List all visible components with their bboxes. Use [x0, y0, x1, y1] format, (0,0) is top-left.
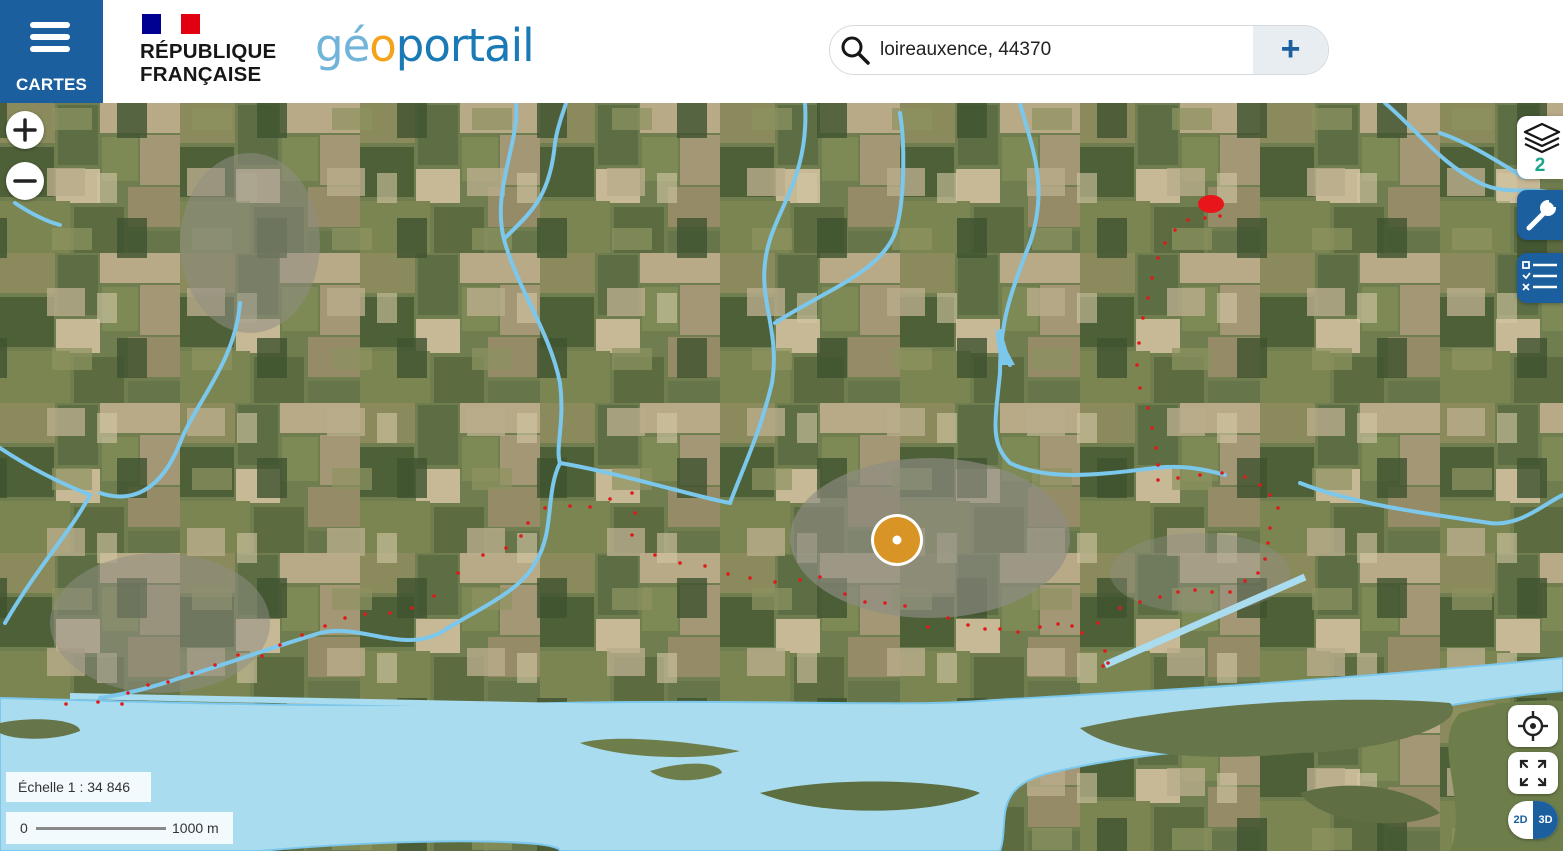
legend-tab[interactable] — [1517, 253, 1563, 303]
maps-menu-button[interactable]: CARTES — [0, 0, 103, 103]
logo-part1: gé — [315, 19, 370, 72]
urban-area — [180, 153, 320, 333]
geolocate-button[interactable] — [1508, 705, 1558, 747]
urban-area — [50, 553, 270, 693]
route-end-marker[interactable] — [1198, 195, 1224, 213]
layers-icon — [1523, 122, 1561, 154]
hamburger-icon — [30, 22, 70, 58]
fullscreen-icon — [1519, 759, 1547, 787]
scale-line — [36, 827, 166, 830]
scale-label: Échelle 1 : 34 846 — [6, 772, 151, 802]
logo-part3: portail — [395, 19, 535, 72]
minus-icon — [13, 179, 37, 183]
wrench-icon — [1526, 199, 1557, 231]
scale-bar-end: 1000 m — [172, 820, 219, 836]
maps-menu-label: CARTES — [15, 75, 88, 94]
urban-area — [1110, 533, 1290, 613]
logo-part2: o — [369, 19, 397, 72]
zoom-in-button[interactable] — [6, 111, 44, 149]
rf-line1: RÉPUBLIQUE — [140, 40, 277, 63]
search-bar: + — [829, 25, 1329, 75]
scale-bar-start: 0 — [20, 820, 28, 836]
tools-tab[interactable] — [1517, 190, 1563, 240]
zoom-out-button[interactable] — [6, 162, 44, 200]
layers-count: 2 — [1534, 155, 1546, 176]
toggle-3d[interactable]: 3D — [1533, 801, 1558, 839]
rf-line2: FRANÇAISE — [140, 63, 262, 86]
plus-icon — [13, 118, 37, 142]
marianne-flag-icon — [142, 14, 200, 34]
geoportail-logo[interactable]: géoportail — [315, 18, 535, 74]
search-add-button[interactable]: + — [1253, 26, 1328, 74]
view-2d-3d-toggle[interactable]: 2D 3D — [1508, 801, 1558, 839]
republique-francaise-logo[interactable]: RÉPUBLIQUE FRANÇAISE — [140, 12, 280, 92]
aerial-map[interactable] — [0, 103, 1563, 851]
location-marker[interactable] — [871, 514, 923, 566]
toggle-2d[interactable]: 2D — [1508, 801, 1533, 839]
urban-area — [790, 458, 1070, 618]
checklist-icon — [1522, 261, 1557, 291]
scale-bar: 0 1000 m — [6, 812, 233, 844]
layers-tab[interactable]: 2 — [1517, 116, 1563, 179]
fullscreen-button[interactable] — [1508, 752, 1558, 794]
search-icon[interactable] — [840, 35, 870, 65]
crosshair-icon — [1518, 711, 1548, 741]
map-view[interactable]: 2 2D 3D Échelle 1: 34 846 0 1000 m — [0, 103, 1563, 851]
search-input[interactable] — [880, 35, 1240, 65]
header: CARTES RÉPUBLIQUE FRANÇAISE géoportail + — [0, 0, 1563, 103]
